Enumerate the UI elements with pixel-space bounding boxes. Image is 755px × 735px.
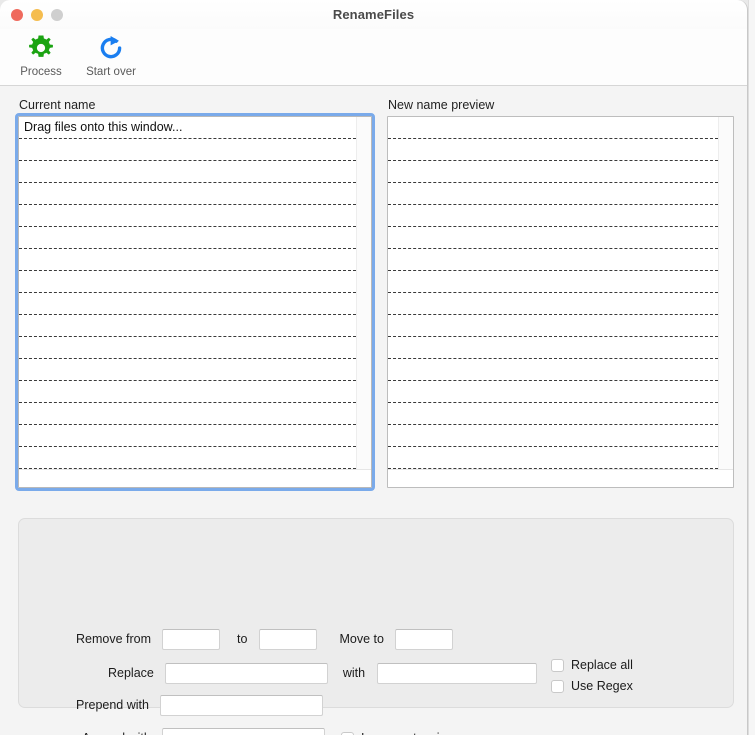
prepend-row: Prepend with: [76, 694, 323, 716]
use-regex-label: Use Regex: [571, 679, 633, 693]
list-row[interactable]: [388, 293, 718, 315]
replace-all-checkbox[interactable]: Replace all: [551, 658, 633, 672]
list-row[interactable]: [19, 139, 356, 161]
list-row[interactable]: [388, 227, 718, 249]
move-to-input[interactable]: [394, 628, 453, 650]
ignore-extension-checkbox[interactable]: Ignore extension: [341, 731, 453, 735]
current-name-list[interactable]: Drag files onto this window...: [15, 113, 375, 491]
toolbar: Process Start over: [0, 29, 747, 86]
replace-row: Replace with: [108, 662, 538, 684]
list-row[interactable]: [19, 227, 356, 249]
ignore-extension-checkbox-box[interactable]: [341, 731, 354, 735]
replace-label: Replace: [108, 666, 154, 680]
list-row[interactable]: [388, 161, 718, 183]
with-input[interactable]: [377, 662, 538, 684]
content-area: Current name New name preview Drag files…: [0, 86, 747, 735]
current-name-scrollbar[interactable]: [356, 117, 371, 469]
list-row[interactable]: [388, 271, 718, 293]
move-to-label: Move to: [339, 632, 384, 646]
with-label: with: [342, 666, 366, 680]
prepend-with-input[interactable]: [159, 694, 323, 716]
list-row[interactable]: [19, 293, 356, 315]
use-regex-checkbox[interactable]: Use Regex: [551, 679, 633, 693]
list-row[interactable]: [388, 183, 718, 205]
to-label: to: [237, 632, 248, 646]
append-row: Append with: [82, 727, 325, 735]
list-row[interactable]: Drag files onto this window...: [19, 117, 356, 139]
window-title: RenameFiles: [332, 7, 415, 22]
append-with-label: Append with: [82, 731, 151, 735]
list-row[interactable]: [19, 183, 356, 205]
use-regex-checkbox-box[interactable]: [551, 679, 564, 693]
list-row[interactable]: [19, 161, 356, 183]
list-row[interactable]: [19, 337, 356, 359]
new-name-preview-rows[interactable]: [388, 117, 718, 469]
list-row[interactable]: [388, 403, 718, 425]
list-row[interactable]: [19, 359, 356, 381]
current-name-list-footer: [19, 469, 371, 487]
new-name-preview-scrollbar[interactable]: [718, 117, 733, 469]
list-row[interactable]: [388, 315, 718, 337]
replace-all-checkbox-box[interactable]: [551, 658, 564, 672]
list-row[interactable]: [19, 249, 356, 271]
list-row[interactable]: [388, 117, 718, 139]
options-panel: Remove from to Move to Replace with Repl…: [18, 518, 734, 735]
new-name-preview-list-footer: [388, 469, 733, 487]
list-row[interactable]: [388, 249, 718, 271]
new-name-preview-header: New name preview: [388, 98, 495, 112]
list-row[interactable]: [19, 315, 356, 337]
remove-from-input[interactable]: [162, 628, 221, 650]
replace-all-label: Replace all: [571, 658, 633, 672]
rename-files-window: RenameFiles Process Start over Current n…: [0, 0, 748, 735]
list-row[interactable]: [388, 139, 718, 161]
list-row[interactable]: [388, 425, 718, 447]
to-input[interactable]: [259, 628, 318, 650]
refresh-icon: [96, 31, 126, 65]
prepend-with-label: Prepend with: [76, 698, 149, 712]
list-row[interactable]: [19, 205, 356, 227]
list-row[interactable]: [388, 381, 718, 403]
list-row[interactable]: [19, 425, 356, 447]
desktop-background: RenameFiles Process Start over Current n…: [0, 0, 755, 735]
list-row[interactable]: [19, 447, 356, 469]
background-window-sliver: [748, 0, 755, 735]
append-with-input[interactable]: [161, 727, 325, 735]
start-over-button-label: Start over: [86, 66, 136, 78]
title-bar: RenameFiles: [0, 0, 747, 29]
list-row[interactable]: [19, 381, 356, 403]
ignore-extension-label: Ignore extension: [361, 731, 453, 735]
gear-icon: [26, 31, 56, 65]
list-row[interactable]: [388, 359, 718, 381]
current-name-rows[interactable]: Drag files onto this window...: [19, 117, 356, 469]
start-over-button[interactable]: Start over: [80, 29, 142, 78]
list-row[interactable]: [388, 447, 718, 469]
list-row[interactable]: [19, 403, 356, 425]
replace-input[interactable]: [164, 662, 328, 684]
current-name-header: Current name: [19, 98, 96, 112]
list-row[interactable]: [388, 337, 718, 359]
remove-from-row: Remove from to Move to: [76, 628, 453, 650]
process-button-label: Process: [20, 66, 62, 78]
list-row[interactable]: [19, 271, 356, 293]
remove-from-label: Remove from: [76, 632, 152, 646]
list-row[interactable]: [388, 205, 718, 227]
process-button[interactable]: Process: [10, 29, 72, 78]
new-name-preview-list[interactable]: [387, 116, 734, 488]
